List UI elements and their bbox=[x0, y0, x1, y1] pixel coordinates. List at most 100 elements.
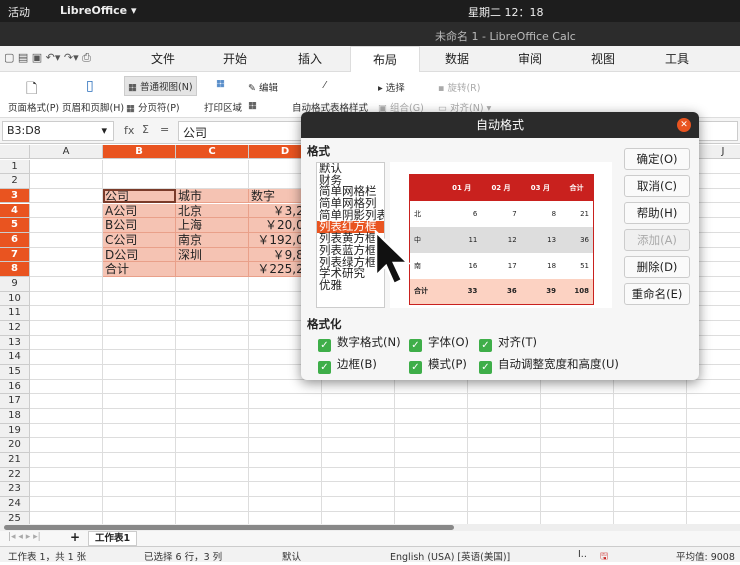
cell-E16[interactable] bbox=[322, 379, 395, 395]
checkbox-checked-icon[interactable]: ✓ bbox=[409, 339, 422, 352]
cell-H16[interactable] bbox=[541, 379, 614, 395]
page-break-button[interactable]: ▦ 分页符(P) bbox=[126, 100, 180, 114]
cell-D23[interactable] bbox=[249, 482, 322, 497]
cell-A20[interactable] bbox=[30, 438, 103, 453]
checkbox-checked-icon[interactable]: ✓ bbox=[318, 339, 331, 352]
cell-J23[interactable] bbox=[687, 482, 740, 497]
cell-A21[interactable] bbox=[30, 452, 103, 468]
cell-C1[interactable] bbox=[176, 159, 249, 175]
cell-B12[interactable] bbox=[103, 320, 176, 336]
row-header-9[interactable]: 9 bbox=[0, 276, 30, 292]
cell-B8[interactable]: 合计 bbox=[103, 262, 176, 277]
cell-D16[interactable] bbox=[249, 379, 322, 395]
cell-F22[interactable] bbox=[395, 467, 468, 483]
cell-B4[interactable]: A公司 bbox=[103, 203, 176, 219]
cell-B9[interactable] bbox=[103, 276, 176, 292]
cell-B5[interactable]: B公司 bbox=[103, 218, 176, 233]
cell-D24[interactable] bbox=[249, 496, 322, 512]
activities-button[interactable]: 活动 bbox=[8, 4, 30, 20]
cell-C10[interactable] bbox=[176, 291, 249, 307]
cell-B14[interactable] bbox=[103, 350, 176, 365]
cell-I19[interactable] bbox=[614, 423, 687, 439]
row-header-7[interactable]: 7 bbox=[0, 247, 30, 263]
row-header-19[interactable]: 19 bbox=[0, 423, 30, 439]
cell-C7[interactable]: 深圳 bbox=[176, 247, 249, 263]
cell-A23[interactable] bbox=[30, 482, 103, 497]
cell-C20[interactable] bbox=[176, 438, 249, 453]
cell-F20[interactable] bbox=[395, 438, 468, 453]
cell-C4[interactable]: 北京 bbox=[176, 203, 249, 219]
cell-A24[interactable] bbox=[30, 496, 103, 512]
cell-G22[interactable] bbox=[468, 467, 541, 483]
row-header-3[interactable]: 3 bbox=[0, 188, 30, 204]
cell-E23[interactable] bbox=[322, 482, 395, 497]
row-header-13[interactable]: 13 bbox=[0, 335, 30, 351]
normal-view-button[interactable]: ▦ 普通视图(N) bbox=[124, 76, 197, 96]
cell-B10[interactable] bbox=[103, 291, 176, 307]
cell-B21[interactable] bbox=[103, 452, 176, 468]
cell-D17[interactable] bbox=[249, 394, 322, 409]
cell-F19[interactable] bbox=[395, 423, 468, 439]
cell-H22[interactable] bbox=[541, 467, 614, 483]
cell-A15[interactable] bbox=[30, 364, 103, 380]
cell-A8[interactable] bbox=[30, 262, 103, 277]
cell-B13[interactable] bbox=[103, 335, 176, 351]
row-header-17[interactable]: 17 bbox=[0, 394, 30, 409]
status-language[interactable]: English (USA) [英语(美国)] bbox=[390, 549, 510, 563]
cell-A3[interactable] bbox=[30, 188, 103, 204]
cell-G19[interactable] bbox=[468, 423, 541, 439]
cell-A10[interactable] bbox=[30, 291, 103, 307]
cell-J24[interactable] bbox=[687, 497, 740, 512]
cell-E17[interactable] bbox=[322, 394, 395, 409]
row-header-4[interactable]: 4 bbox=[0, 203, 30, 219]
cell-A19[interactable] bbox=[30, 423, 103, 439]
status-style[interactable]: 默认 bbox=[282, 549, 301, 563]
tab-4[interactable]: 数据 bbox=[422, 46, 492, 72]
cell-J20[interactable] bbox=[687, 438, 740, 453]
cell-I23[interactable] bbox=[614, 482, 687, 497]
cell-B1[interactable] bbox=[103, 159, 176, 175]
cell-A22[interactable] bbox=[30, 467, 103, 483]
chevron-down-icon[interactable]: ▾ bbox=[101, 124, 107, 137]
cell-C6[interactable]: 南京 bbox=[176, 232, 249, 248]
sheet-tab[interactable]: 工作表1 bbox=[88, 531, 138, 546]
cell-H17[interactable] bbox=[541, 394, 614, 409]
rotate-button[interactable]: ▪ 旋转(R) bbox=[438, 80, 480, 94]
row-header-21[interactable]: 21 bbox=[0, 452, 30, 468]
cell-C24[interactable] bbox=[176, 496, 249, 512]
select-all-corner[interactable] bbox=[0, 145, 30, 159]
cell-C15[interactable] bbox=[176, 364, 249, 380]
cell-H24[interactable] bbox=[541, 496, 614, 512]
cell-A11[interactable] bbox=[30, 306, 103, 321]
cell-C9[interactable] bbox=[176, 276, 249, 292]
tab-3[interactable]: 布局 bbox=[350, 46, 420, 72]
row-header-23[interactable]: 23 bbox=[0, 482, 30, 497]
option-checkbox-3[interactable]: ✓ 边框(B) bbox=[318, 356, 377, 374]
column-header-C[interactable]: C bbox=[176, 145, 249, 159]
cell-C3[interactable]: 城市 bbox=[176, 188, 249, 204]
cell-C14[interactable] bbox=[176, 350, 249, 365]
row-header-15[interactable]: 15 bbox=[0, 364, 30, 380]
column-header-A[interactable]: A bbox=[30, 145, 103, 159]
cell-E19[interactable] bbox=[322, 423, 395, 439]
row-header-10[interactable]: 10 bbox=[0, 291, 30, 307]
cell-A13[interactable] bbox=[30, 335, 103, 351]
cell-F24[interactable] bbox=[395, 496, 468, 512]
tab-2[interactable]: 插入 bbox=[275, 46, 345, 72]
row-header-2[interactable]: 2 bbox=[0, 174, 30, 189]
cell-D20[interactable] bbox=[249, 438, 322, 453]
option-checkbox-0[interactable]: ✓ 数字格式(N) bbox=[318, 334, 401, 352]
cell-D18[interactable] bbox=[249, 408, 322, 424]
cell-C5[interactable]: 上海 bbox=[176, 218, 249, 233]
sheet-nav-arrows[interactable]: |◂ ◂ ▸ ▸| bbox=[8, 532, 41, 542]
column-header-B[interactable]: B bbox=[103, 145, 176, 159]
cell-J21[interactable] bbox=[687, 453, 740, 468]
cell-A18[interactable] bbox=[30, 408, 103, 424]
row-header-11[interactable]: 11 bbox=[0, 306, 30, 321]
checkbox-checked-icon[interactable]: ✓ bbox=[479, 339, 492, 352]
row-header-14[interactable]: 14 bbox=[0, 350, 30, 365]
cell-C12[interactable] bbox=[176, 320, 249, 336]
row-header-12[interactable]: 12 bbox=[0, 320, 30, 336]
cell-D21[interactable] bbox=[249, 452, 322, 468]
cell-C23[interactable] bbox=[176, 482, 249, 497]
